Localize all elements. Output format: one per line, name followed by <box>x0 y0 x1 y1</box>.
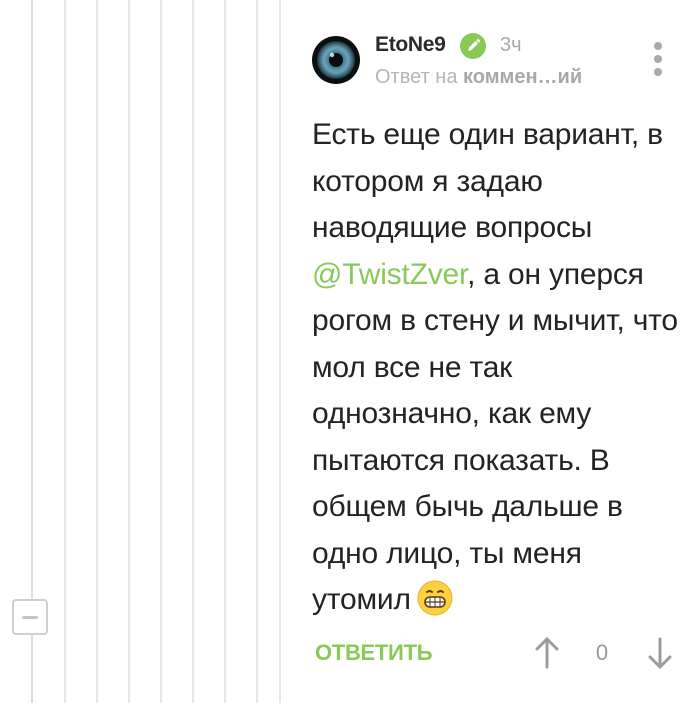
verified-pencil-icon <box>460 33 486 59</box>
vote-up-button[interactable] <box>532 636 562 670</box>
thread-line <box>256 0 258 703</box>
thread-line <box>192 0 194 703</box>
thread-line <box>224 0 226 703</box>
vote-down-button[interactable] <box>645 636 675 670</box>
arrow-down-icon <box>648 637 672 669</box>
username[interactable]: EtoNe9 <box>375 33 446 57</box>
user-mention-link[interactable]: @TwistZver <box>312 258 467 291</box>
reply-to-info: Ответ на коммен…ий <box>375 66 582 89</box>
thread-line <box>160 0 162 703</box>
thread-line <box>96 0 98 703</box>
comment-time: 3ч <box>500 34 522 56</box>
thread-line <box>128 0 130 703</box>
avatar[interactable] <box>312 36 360 84</box>
comment-text-part: , а он уперся рогом в стену и мычит, что… <box>312 257 678 617</box>
grinning-face-emoji <box>417 580 453 616</box>
minus-icon <box>22 616 38 619</box>
comment-text-part: Есть еще один вариант, в котором я задаю… <box>312 118 663 244</box>
comment: EtoNe9 3ч Ответ на коммен…ий Есть еще од… <box>312 0 692 703</box>
comment-body: Есть еще один вариант, в котором я задаю… <box>312 112 687 624</box>
thread-line <box>64 0 66 703</box>
thread-line <box>279 0 281 703</box>
collapse-thread-button[interactable] <box>12 599 48 635</box>
reply-button[interactable]: ОТВЕТИТЬ <box>315 640 433 666</box>
thread-line <box>31 0 33 703</box>
rating-value: 0 <box>595 640 609 665</box>
more-options-button[interactable] <box>651 42 665 76</box>
reply-to-prefix: Ответ на <box>375 66 458 88</box>
reply-to-link[interactable]: коммен…ий <box>463 66 582 88</box>
arrow-up-icon <box>535 637 559 669</box>
